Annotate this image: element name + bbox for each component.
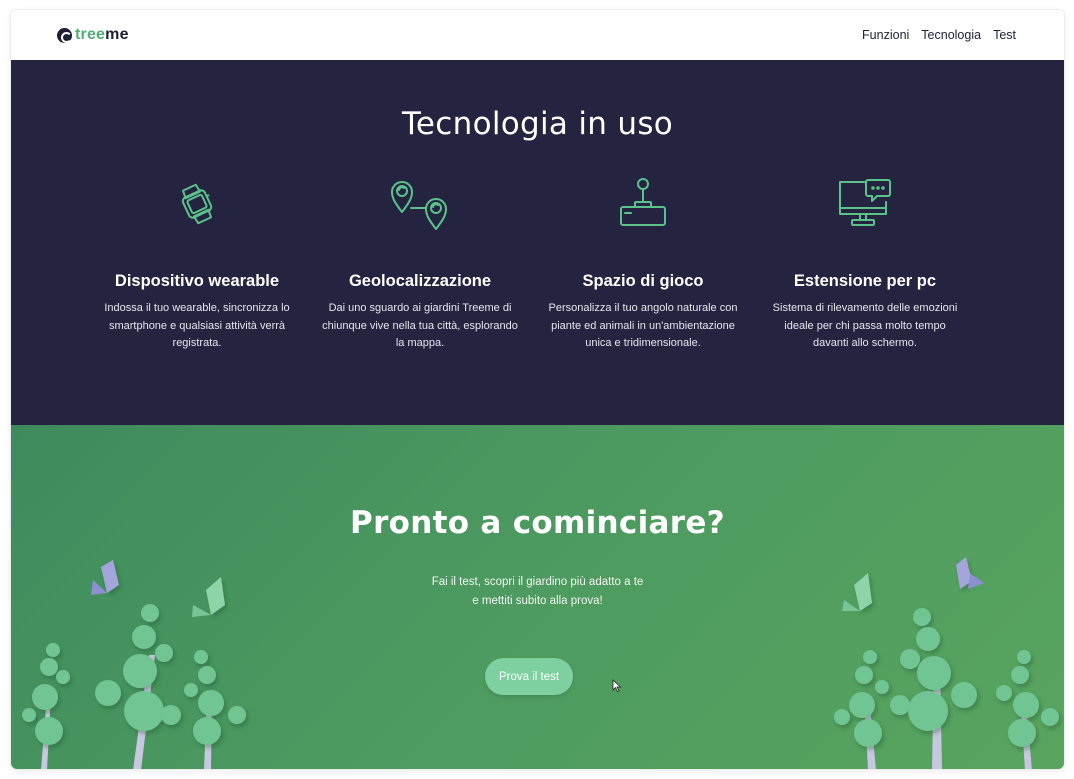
main-nav: Funzioni Tecnologia Test	[862, 28, 1016, 42]
logo-mark-icon	[57, 27, 72, 43]
cta-subtitle: Fai il test, scopri il giardino più adat…	[11, 573, 1064, 611]
logo-text: treeme	[75, 26, 129, 43]
feature-text: Personalizza il tuo angolo naturale con …	[548, 302, 738, 349]
mouse-cursor-icon	[612, 679, 622, 693]
feature-wearable: Dispositivo wearable Indossa il tuo wear…	[92, 178, 302, 353]
site-header: treeme Funzioni Tecnologia Test	[11, 10, 1064, 60]
feature-title: Dispositivo wearable	[114, 272, 280, 290]
cta-title: Pronto a cominciare?	[350, 505, 725, 541]
map-pins-icon	[315, 178, 525, 230]
smartwatch-icon	[92, 178, 302, 230]
feature-geolocation: Geolocalizzazione Dai uno sguardo ai gia…	[315, 178, 525, 353]
monitor-chat-icon	[760, 178, 970, 230]
feature-title: Geolocalizzazione	[348, 272, 492, 290]
treeme-logo[interactable]: treeme	[57, 26, 129, 44]
feature-text: Dai uno sguardo ai giardini Treeme di ch…	[322, 302, 518, 349]
feature-title: Spazio di gioco	[582, 272, 704, 290]
nav-link-tecnologia[interactable]: Tecnologia	[921, 28, 981, 42]
cta-subtitle-line: e mettiti subito alla prova!	[472, 595, 603, 607]
feature-text: Sistema di rilevamento delle emozioni id…	[772, 302, 958, 349]
feature-pc-extension: Estensione per pc Sistema di rilevamento…	[760, 178, 970, 353]
technology-title: Tecnologia in uso	[401, 106, 674, 142]
technology-section: Tecnologia in uso Dispositivo wearable I…	[11, 60, 1064, 425]
cta-section: Pronto a cominciare? Fai il test, scopri…	[11, 425, 1064, 769]
cta-subtitle-line: Fai il test, scopri il giardino più adat…	[431, 576, 644, 588]
joystick-icon	[538, 178, 748, 230]
feature-playground: Spazio di gioco Personalizza il tuo ango…	[538, 178, 748, 353]
nav-link-test[interactable]: Test	[993, 28, 1016, 42]
feature-title: Estensione per pc	[793, 272, 937, 290]
nav-link-funzioni[interactable]: Funzioni	[862, 28, 909, 42]
start-test-button[interactable]: Prova il test	[485, 658, 573, 695]
browser-page: treeme Funzioni Tecnologia Test Tecnolog…	[11, 10, 1064, 769]
feature-text: Indossa il tuo wearable, sincronizza lo …	[104, 302, 290, 349]
